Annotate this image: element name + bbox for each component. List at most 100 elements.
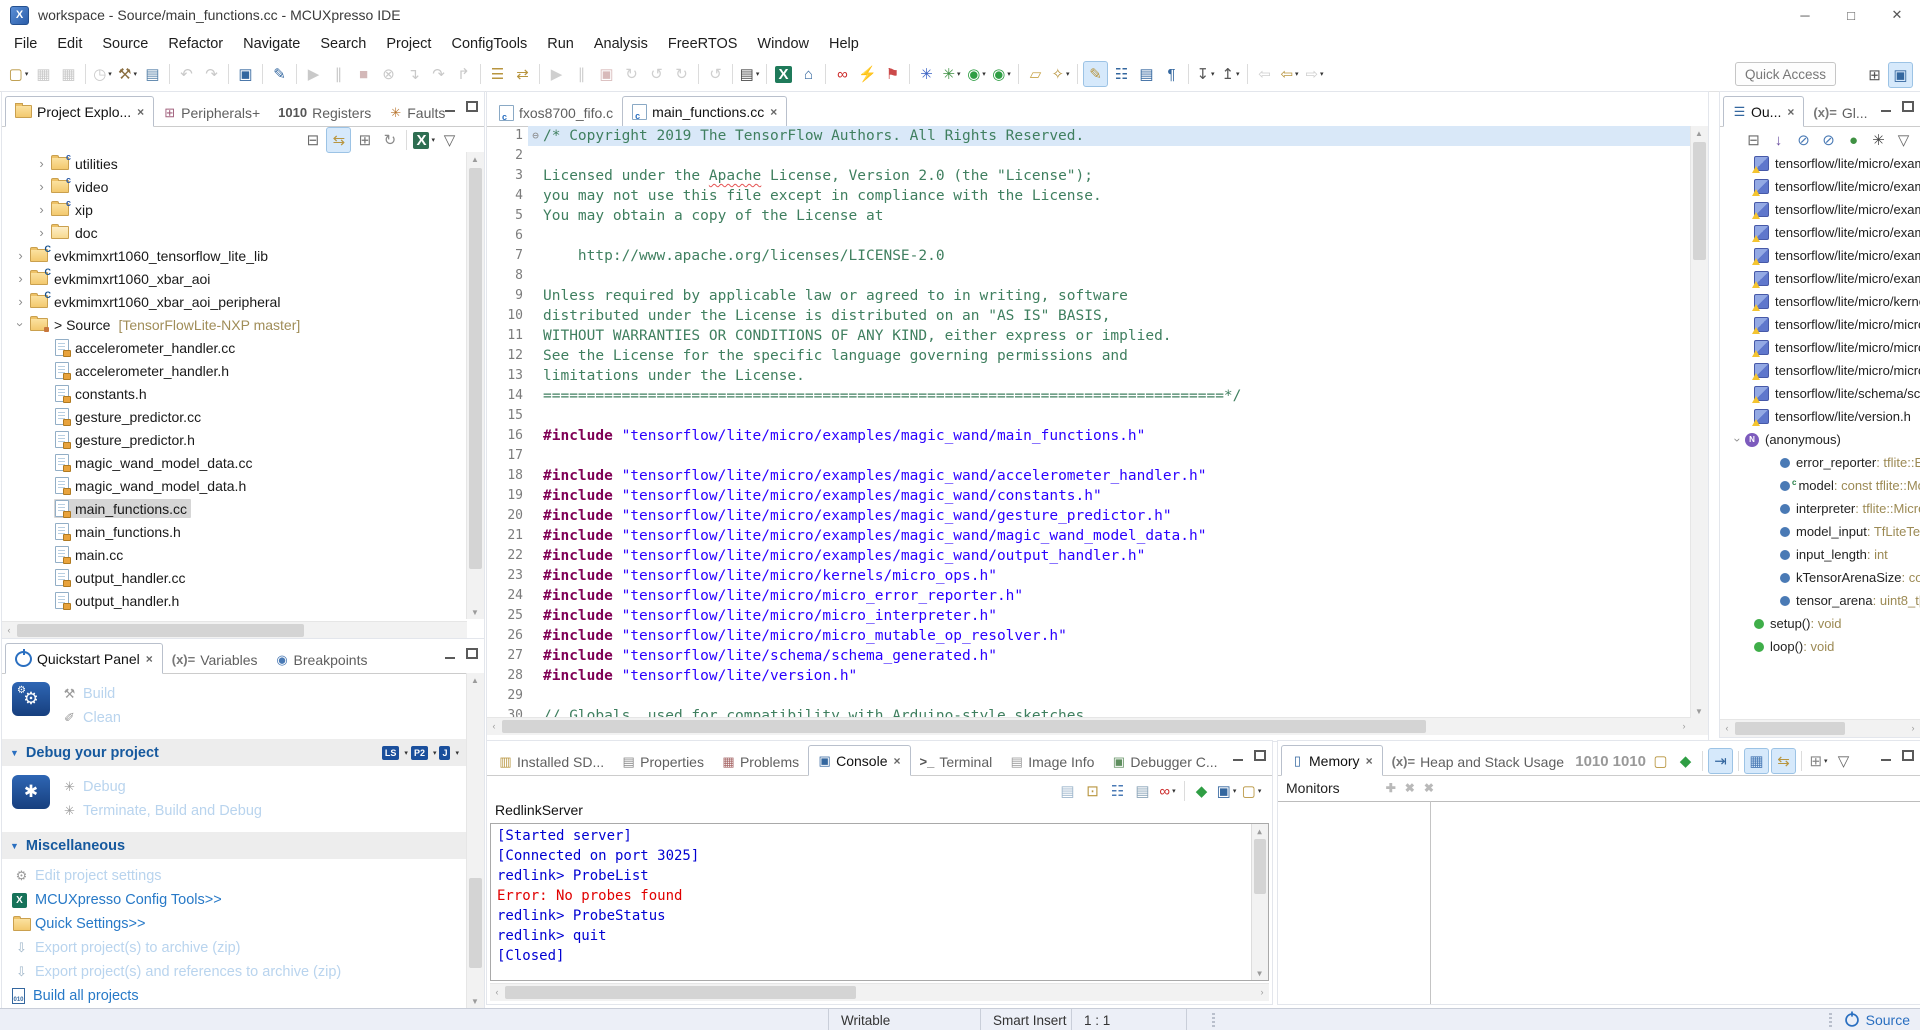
resume-icon[interactable]: ▶	[302, 62, 325, 86]
restart-icon[interactable]: ↺	[645, 62, 668, 86]
quickstart-vertical-scrollbar[interactable]: ▲ ▼	[466, 673, 484, 1008]
dropdown-arrow-icon[interactable]: ▾	[1233, 787, 1237, 795]
tree-item-gesture-predictor-h[interactable]: gesture_predictor.h	[2, 428, 467, 451]
dropdown-arrow-icon[interactable]: ▾	[431, 136, 435, 144]
code-line-11[interactable]: 11WITHOUT WARRANTIES OR CONDITIONS OF AN…	[487, 326, 1691, 346]
open-console-view-icon[interactable]: ▣▾	[1215, 779, 1238, 803]
menu-navigate[interactable]: Navigate	[233, 36, 310, 52]
pin-editor-icon[interactable]: ✎	[268, 62, 291, 86]
tree-vertical-scrollbar[interactable]: ▲ ▼	[466, 152, 484, 619]
fold-marker-icon[interactable]: ⊖	[528, 126, 543, 146]
next-annotation-icon[interactable]: ↧▾	[1194, 62, 1217, 86]
tree-item-doc[interactable]: ›doc	[2, 221, 467, 244]
chevron-right-icon[interactable]: ›	[12, 271, 29, 286]
tree-item-main-functions-h[interactable]: main_functions.h	[2, 520, 467, 543]
close-icon[interactable]: ×	[146, 652, 153, 666]
probe-badge-p2[interactable]: P2	[411, 746, 428, 760]
develop-perspective-icon[interactable]: ▣	[1888, 62, 1913, 88]
outline-item-tensor-arena[interactable]: tensor_arena : uint8_t[]	[1720, 589, 1920, 612]
dropdown-arrow-icon[interactable]: ▾	[982, 70, 986, 78]
dropdown-arrow-icon[interactable]: ▾	[1236, 70, 1240, 78]
tree-item-video[interactable]: ›video	[2, 175, 467, 198]
close-icon[interactable]: ×	[1366, 754, 1373, 768]
scroll-down-icon[interactable]: ▼	[467, 605, 483, 619]
show-whitespace-icon[interactable]: ¶	[1160, 62, 1183, 86]
scroll-left-icon[interactable]: ‹	[2, 622, 16, 638]
chevron-right-icon[interactable]: ›	[33, 225, 50, 240]
outline-item-error-reporter[interactable]: error_reporter : tflite::ErrorReporter*	[1720, 451, 1920, 474]
code-line-13[interactable]: 13limitations under the License.	[487, 366, 1691, 386]
view-menu-icon[interactable]: ▽	[1832, 749, 1855, 773]
misc-section-header[interactable]: ▼ Miscellaneous	[2, 832, 467, 859]
debug-section-header[interactable]: ▼ Debug your project LS▾P2▾J▾	[2, 739, 467, 766]
su​spend-icon[interactable]: ∥	[327, 62, 350, 86]
mark-occurrences-icon[interactable]: ☷	[1110, 62, 1133, 86]
code-line-6[interactable]: 6	[487, 226, 1691, 246]
clear-console-icon[interactable]: ▤	[1056, 779, 1079, 803]
menu-run[interactable]: Run	[537, 36, 584, 52]
undo-icon[interactable]: ↶	[175, 62, 198, 86]
outline-item-interpreter[interactable]: interpreter : tflite::MicroInterpreter*	[1720, 497, 1920, 520]
menu-refactor[interactable]: Refactor	[158, 36, 233, 52]
quickstart-link-quick-settings[interactable]: Quick Settings>>	[12, 912, 467, 936]
outline-item-input-length[interactable]: input_length : int	[1720, 543, 1920, 566]
tree-item-output-handler-cc[interactable]: output_handler.cc	[2, 566, 467, 589]
outline-item-tensorflow-lite-micro-examples-magic-wand-magic-wand-model-data-h[interactable]: tensorflow/lite/micro/examples/magic_wan…	[1720, 244, 1920, 267]
layout-icon[interactable]: ⊞▾	[1807, 749, 1830, 773]
code-line-1[interactable]: 1⊖/* Copyright 2019 The TensorFlow Autho…	[487, 126, 1691, 146]
code-line-20[interactable]: 20#include "tensorflow/lite/micro/exampl…	[487, 506, 1691, 526]
tab-ou[interactable]: ☰Ou...×	[1723, 96, 1804, 127]
scrollbar-thumb[interactable]	[1693, 142, 1706, 260]
code-line-21[interactable]: 21#include "tensorflow/lite/micro/exampl…	[487, 526, 1691, 546]
chevron-right-icon[interactable]: ›	[12, 294, 29, 309]
editor-vertical-scrollbar[interactable]: ▲ ▼	[1690, 126, 1708, 718]
outline-item-model-input[interactable]: model_input : TfLiteTensor*	[1720, 520, 1920, 543]
quickstart-link-build-all-projects[interactable]: 010Build all projects	[12, 984, 467, 1008]
outline-item-tensorflow-lite-micro-examples-magic-wand-main-functions-h[interactable]: tensorflow/lite/micro/examples/magic_wan…	[1720, 152, 1920, 175]
build-icon[interactable]: ⚒▾	[116, 62, 139, 86]
add-monitor-icon[interactable]: ✚	[1386, 781, 1396, 795]
scroll-right-icon[interactable]: ›	[1906, 720, 1920, 736]
menu-project[interactable]: Project	[376, 36, 441, 52]
code-line-9[interactable]: 9Unless required by applicable law or ag…	[487, 286, 1691, 306]
debug-attach-icon[interactable]: ✳	[915, 62, 938, 86]
link-with-editor-icon[interactable]: ⇆	[326, 127, 351, 153]
code-line-19[interactable]: 19#include "tensorflow/lite/micro/exampl…	[487, 486, 1691, 506]
code-line-5[interactable]: 5You may obtain a copy of the License at	[487, 206, 1691, 226]
tree-item-gesture-predictor-cc[interactable]: gesture_predictor.cc	[2, 405, 467, 428]
tree-item-xip[interactable]: ›xip	[2, 198, 467, 221]
menu-file[interactable]: File	[4, 36, 47, 52]
code-line-10[interactable]: 10distributed under the License is distr…	[487, 306, 1691, 326]
menu-configtools[interactable]: ConfigTools	[441, 36, 537, 52]
open-console-icon[interactable]: ▣	[234, 62, 257, 86]
scroll-left-icon[interactable]: ‹	[490, 984, 504, 1000]
menu-window[interactable]: Window	[747, 36, 819, 52]
tab-console[interactable]: ▣Console×	[808, 745, 910, 776]
tree-item-utilities[interactable]: ›utilities	[2, 152, 467, 175]
link-server-icon[interactable]: ∞	[831, 62, 854, 86]
step-into-icon[interactable]: ↴	[402, 62, 425, 86]
new-icon[interactable]: ▢▾	[7, 62, 30, 86]
tree-item-evkmimxrt1060-tensorflow-lite-lib[interactable]: ›evkmimxrt1060_tensorflow_lite_lib	[2, 244, 467, 267]
outline-item-loop[interactable]: loop() : void	[1720, 635, 1920, 658]
outline-item-tensorflow-lite-schema-schema-generated-h[interactable]: tensorflow/lite/schema/schema_generated.…	[1720, 382, 1920, 405]
scroll-up-icon[interactable]: ▲	[1691, 126, 1707, 140]
pin-console-icon[interactable]: ▤	[1131, 779, 1154, 803]
dropdown-arrow-icon[interactable]: ▾	[433, 749, 437, 757]
dropdown-arrow-icon[interactable]: ▾	[1066, 70, 1070, 78]
menu-search[interactable]: Search	[310, 36, 376, 52]
instruction-stepping-icon[interactable]: ☰	[486, 62, 509, 86]
dropdown-arrow-icon[interactable]: ▾	[108, 70, 112, 78]
add-memory-monitor-icon[interactable]: ▢	[1649, 749, 1672, 773]
maximize-view-icon[interactable]	[466, 101, 478, 112]
minimize-icon[interactable]: ─	[1782, 0, 1828, 30]
run-icon[interactable]: ◉▾	[965, 62, 988, 86]
code-line-22[interactable]: 22#include "tensorflow/lite/micro/exampl…	[487, 546, 1691, 566]
new-console-view-icon[interactable]: ▢▾	[1240, 779, 1263, 803]
tab-heap-and-stack-usage[interactable]: (x)=Heap and Stack Usage	[1383, 747, 1573, 776]
pin-view-icon[interactable]: ⊞	[353, 128, 376, 152]
probe-badge-j[interactable]: J	[439, 746, 450, 760]
scroll-down-icon[interactable]: ▼	[1252, 966, 1267, 980]
maximize-view-icon[interactable]	[1902, 750, 1914, 761]
code-line-18[interactable]: 18#include "tensorflow/lite/micro/exampl…	[487, 466, 1691, 486]
